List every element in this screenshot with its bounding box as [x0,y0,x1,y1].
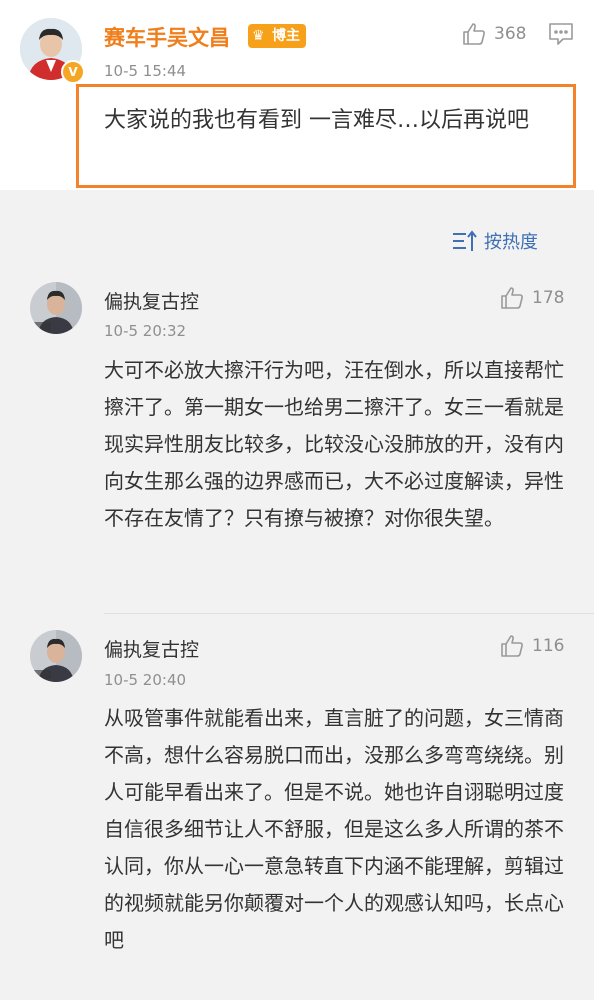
comment-username[interactable]: 偏执复古控 [104,287,199,314]
post-like-count: 368 [494,24,527,44]
verified-icon: V [61,60,85,84]
comment-like-count: 178 [532,288,565,308]
commenter-avatar[interactable] [30,630,82,682]
thumbs-up-icon [501,287,523,309]
thumbs-up-icon [463,23,485,45]
thumbs-up-icon [501,635,523,657]
comment-like-button[interactable]: 116 [500,634,564,658]
comment-time: 10-5 20:32 [104,322,187,340]
sort-icon [453,230,477,251]
post-time: 10-5 15:44 [104,62,187,80]
crown-icon: ♛ [252,28,265,44]
poster-name[interactable]: 赛车手吴文昌 [104,22,230,52]
comment-text: 从吸管事件就能看出来，直言脏了的问题，女三情商不高，想什么容易脱口而出，没那么多… [104,706,564,952]
commenter-avatar[interactable] [30,282,82,334]
original-post: V 赛车手吴文昌 ♛ 博主 368 10-5 15:44 大家说的我也有看到 一… [0,0,594,190]
sort-by-hot-button[interactable]: 按热度 [452,228,538,254]
comment-divider [104,613,594,614]
comment-time: 10-5 20:40 [104,671,187,689]
post-text: 大家说的我也有看到 一言难尽…以后再说吧 [104,108,529,133]
comment-like-button[interactable]: 178 [500,286,564,310]
blogger-badge: ♛ 博主 [248,24,306,48]
sort-label: 按热度 [484,232,538,253]
comment-text: 大可不必放大擦汗行为吧，汪在倒水，所以直接帮忙擦汗了。第一期女一也给男二擦汗了。… [104,358,564,530]
reply-icon[interactable] [548,22,574,50]
comment-like-count: 116 [532,636,565,656]
comment-username[interactable]: 偏执复古控 [104,635,199,662]
post-like-button[interactable]: 368 [462,22,526,46]
